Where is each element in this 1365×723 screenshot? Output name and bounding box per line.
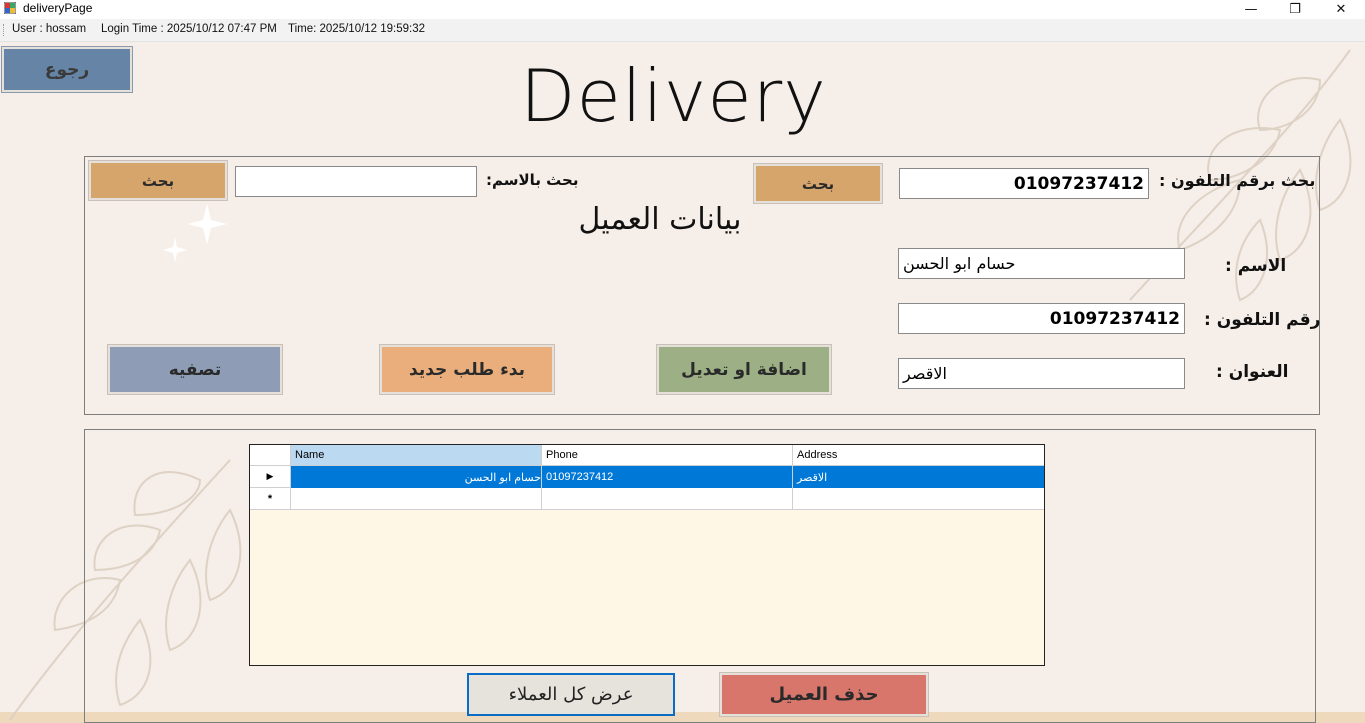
customer-address-label: العنوان : [1216, 362, 1289, 382]
cell-phone[interactable]: 01097237412 [542, 466, 793, 488]
app-icon [4, 2, 16, 14]
window-title: deliveryPage [23, 1, 93, 15]
new-cell-name[interactable] [291, 488, 542, 510]
close-button[interactable]: ✕ [1318, 0, 1364, 19]
page-title: Delivery [520, 54, 827, 138]
add-edit-button[interactable]: اضافة او تعديل [656, 344, 832, 395]
strip-grip [3, 24, 6, 36]
column-header-address[interactable]: Address [793, 445, 1044, 466]
column-header-name[interactable]: Name [291, 445, 542, 466]
clear-button[interactable]: تصفيه [107, 344, 283, 395]
current-row-marker-icon: ▶ [250, 466, 291, 488]
maximize-button[interactable]: ❐ [1272, 0, 1318, 19]
sparkle-icon [163, 203, 227, 263]
row-header-corner [250, 445, 291, 466]
search-name-input[interactable] [235, 166, 477, 197]
search-name-label: بحث بالاسم: [486, 171, 579, 189]
status-clock: Time: 2025/10/12 19:59:32 [288, 23, 426, 35]
new-cell-address[interactable] [793, 488, 1044, 510]
column-header-phone[interactable]: Phone [542, 445, 793, 466]
new-row-marker-icon: * [250, 488, 291, 510]
customer-phone-label: رقم التلفون : [1204, 310, 1321, 330]
show-all-customers-button[interactable]: عرض كل العملاء [467, 673, 675, 716]
status-strip: User : hossam Login Time : 2025/10/12 07… [0, 19, 1365, 42]
cell-address[interactable]: الاقصر [793, 466, 1044, 488]
new-order-button[interactable]: بدء طلب جديد [379, 344, 555, 395]
customer-name-input[interactable]: حسام ابو الحسن [898, 248, 1185, 279]
delete-customer-button[interactable]: حذف العميل [719, 672, 929, 717]
status-login-time: Login Time : 2025/10/12 07:47 PM [101, 23, 277, 35]
status-user: User : hossam [12, 23, 87, 35]
search-phone-input[interactable]: 01097237412 [899, 168, 1149, 199]
cell-name[interactable]: حسام ابو الحسن [291, 466, 542, 488]
new-cell-phone[interactable] [542, 488, 793, 510]
customer-phone-input[interactable]: 01097237412 [898, 303, 1185, 334]
customer-address-input[interactable]: الاقصر [898, 358, 1185, 389]
search-by-name-button[interactable]: بحث [88, 160, 228, 201]
window-title-bar: deliveryPage — ❐ ✕ [0, 0, 1365, 19]
search-phone-label: بحث برقم التلفون : [1159, 171, 1316, 190]
cell-name-text: حسام ابو الحسن [464, 471, 541, 484]
customer-section-title: بيانات العميل [578, 202, 742, 237]
customers-table[interactable]: Name Phone Address ▶ حسام ابو الحسن 0109… [249, 444, 1045, 666]
minimize-button[interactable]: — [1228, 0, 1274, 19]
customer-name-label: الاسم : [1225, 256, 1287, 276]
back-button[interactable]: رجوع [1, 46, 133, 93]
cell-address-text: الاقصر [797, 471, 828, 484]
search-by-phone-button[interactable]: بحث [753, 163, 883, 204]
